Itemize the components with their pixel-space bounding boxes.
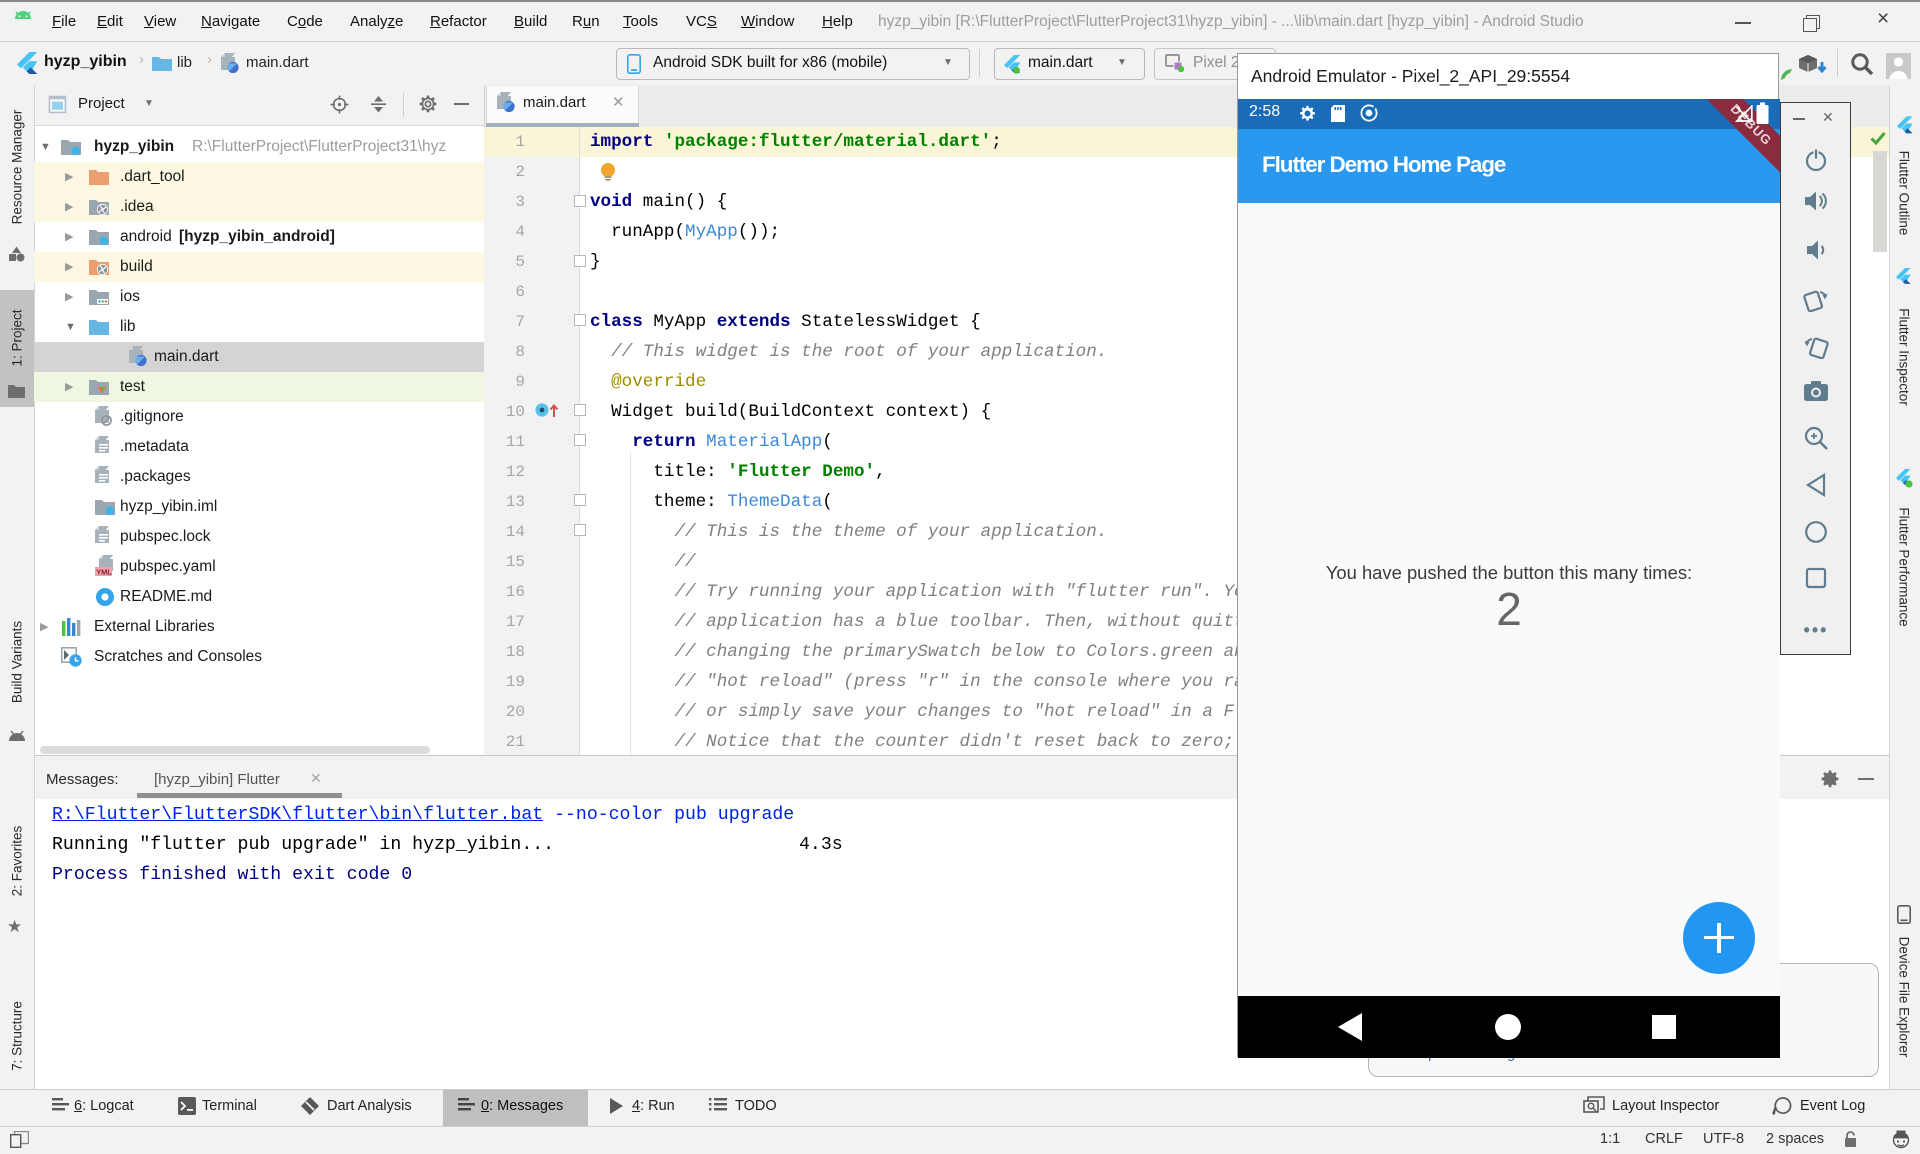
svg-text:YML: YML: [96, 568, 112, 577]
